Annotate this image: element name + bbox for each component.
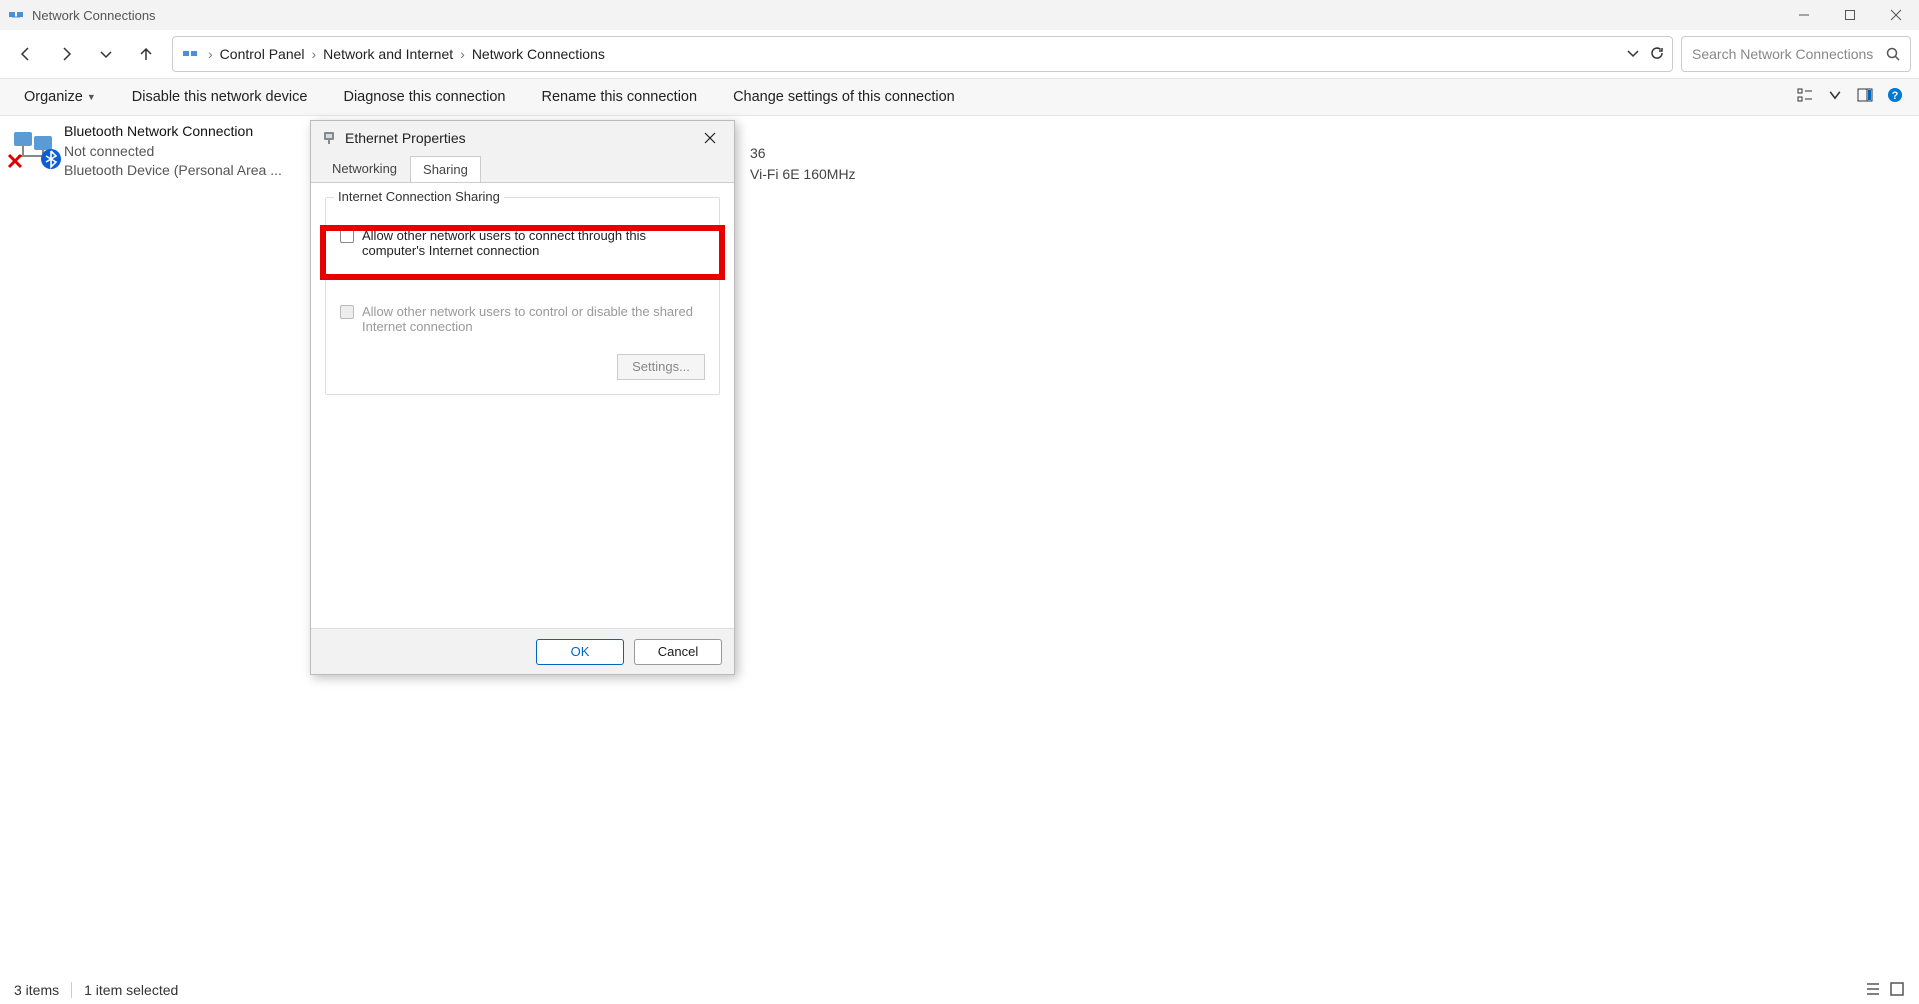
dialog-body: Internet Connection Sharing Allow other … [311, 182, 734, 628]
recent-dropdown[interactable] [88, 36, 124, 72]
chevron-right-icon: › [309, 46, 320, 62]
chevron-right-icon: › [457, 46, 468, 62]
address-dropdown[interactable] [1626, 46, 1640, 63]
window-title: Network Connections [32, 8, 1781, 23]
titlebar: Network Connections [0, 0, 1919, 30]
preview-pane-button[interactable] [1857, 87, 1873, 107]
up-button[interactable] [128, 36, 164, 72]
address-bar[interactable]: › Control Panel › Network and Internet ›… [172, 36, 1673, 72]
allow-connect-checkbox-row[interactable]: Allow other network users to connect thr… [340, 228, 705, 258]
details-view-button[interactable] [1865, 981, 1881, 1000]
selection-count: 1 item selected [84, 982, 178, 998]
organize-menu[interactable]: Organize▼ [16, 85, 104, 109]
content-area: Bluetooth Network Connection Not connect… [0, 116, 1919, 191]
connection-name: Bluetooth Network Connection [64, 122, 282, 142]
command-bar: Organize▼ Disable this network device Di… [0, 78, 1919, 116]
allow-control-checkbox-row: Allow other network users to control or … [340, 304, 705, 334]
connection-item-bluetooth[interactable]: Bluetooth Network Connection Not connect… [10, 122, 310, 185]
connection-info: Bluetooth Network Connection Not connect… [64, 122, 282, 185]
dialog-tabs: Networking Sharing [311, 155, 734, 182]
large-icons-view-button[interactable] [1889, 981, 1905, 1000]
connection-device: Bluetooth Device (Personal Area ... [64, 161, 282, 181]
connection-status: Not connected [64, 142, 282, 162]
bluetooth-overlay-icon [40, 148, 62, 170]
rename-button[interactable]: Rename this connection [534, 85, 706, 109]
cancel-button[interactable]: Cancel [634, 639, 722, 665]
ethernet-properties-dialog: Ethernet Properties Networking Sharing I… [310, 120, 735, 675]
groupbox-title: Internet Connection Sharing [334, 189, 504, 204]
view-dropdown[interactable] [1827, 87, 1843, 107]
connection-item-partial: 36 Vi-Fi 6E 160MHz [750, 122, 856, 185]
dialog-titlebar: Ethernet Properties [311, 121, 734, 155]
tab-sharing[interactable]: Sharing [410, 156, 481, 183]
separator [71, 982, 72, 998]
maximize-button[interactable] [1827, 0, 1873, 30]
ok-button[interactable]: OK [536, 639, 624, 665]
tab-networking[interactable]: Networking [319, 155, 410, 182]
dialog-title: Ethernet Properties [345, 130, 466, 146]
app-icon [8, 7, 24, 23]
item-count: 3 items [14, 982, 59, 998]
view-options-button[interactable] [1797, 87, 1813, 107]
forward-button[interactable] [48, 36, 84, 72]
svg-text:?: ? [1892, 90, 1899, 102]
back-button[interactable] [8, 36, 44, 72]
breadcrumb-item[interactable]: Control Panel [216, 46, 309, 62]
allow-control-label: Allow other network users to control or … [362, 304, 705, 334]
partial-text-2: Vi-Fi 6E 160MHz [750, 164, 856, 185]
dialog-close-button[interactable] [696, 124, 724, 152]
ethernet-icon [321, 130, 337, 146]
diagnose-button[interactable]: Diagnose this connection [335, 85, 513, 109]
window-controls [1781, 0, 1919, 30]
chevron-down-icon: ▼ [87, 92, 96, 102]
dialog-footer: OK Cancel [311, 628, 734, 674]
status-bar: 3 items 1 item selected [0, 976, 1919, 1004]
ics-groupbox: Internet Connection Sharing Allow other … [325, 197, 720, 395]
checkbox-disabled-icon [340, 305, 354, 319]
location-icon [181, 45, 199, 63]
checkbox-unchecked-icon[interactable] [340, 229, 354, 243]
partial-text-1: 36 [750, 143, 856, 164]
allow-connect-label: Allow other network users to connect thr… [362, 228, 705, 258]
disable-device-button[interactable]: Disable this network device [124, 85, 316, 109]
minimize-button[interactable] [1781, 0, 1827, 30]
help-button[interactable]: ? [1887, 87, 1903, 107]
search-icon [1886, 47, 1900, 61]
breadcrumb-item[interactable]: Network and Internet [319, 46, 457, 62]
change-settings-button[interactable]: Change settings of this connection [725, 85, 963, 109]
navigation-bar: › Control Panel › Network and Internet ›… [0, 30, 1919, 78]
chevron-right-icon: › [205, 46, 216, 62]
ics-settings-button: Settings... [617, 354, 705, 380]
connection-icon [10, 122, 56, 168]
search-input[interactable]: Search Network Connections [1681, 36, 1911, 72]
breadcrumb-item[interactable]: Network Connections [468, 46, 609, 62]
search-placeholder: Search Network Connections [1692, 46, 1886, 62]
close-button[interactable] [1873, 0, 1919, 30]
disconnected-overlay-icon [6, 152, 24, 170]
refresh-button[interactable] [1650, 46, 1664, 63]
